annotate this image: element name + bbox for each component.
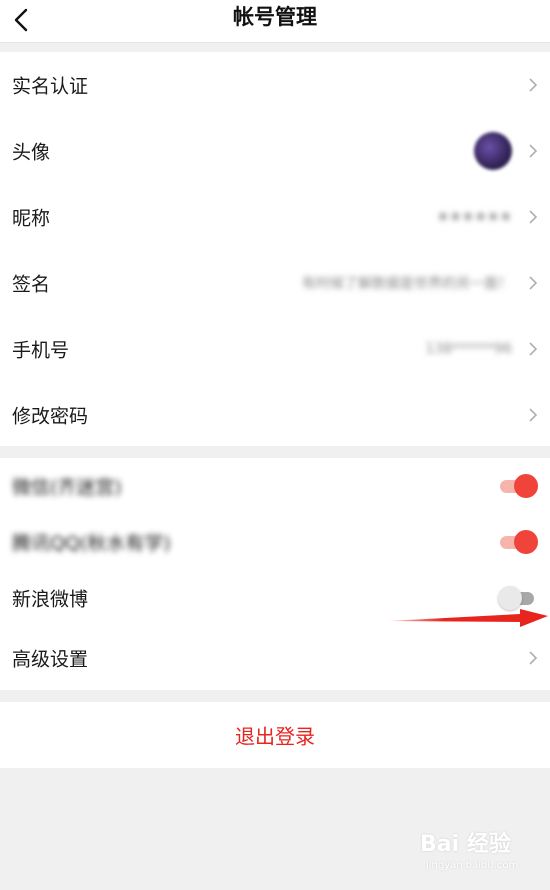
row-label: 头像: [12, 141, 51, 164]
nickname-value: ★★★★★★: [436, 209, 512, 225]
chevron-right-icon: [529, 342, 538, 356]
signature-value: 有时候了解数据是世界的另一面！: [302, 276, 512, 292]
row-label: 新浪微博: [12, 588, 89, 611]
header-bar: 帐号管理: [0, 0, 550, 43]
row-nickname[interactable]: 昵称 ★★★★★★: [0, 184, 550, 250]
annotation-arrow-icon: [388, 609, 548, 627]
row-real-name-verification[interactable]: 实名认证: [0, 52, 550, 118]
row-label: 高级设置: [12, 648, 89, 671]
avatar: [474, 132, 512, 170]
chevron-right-icon: [529, 144, 538, 158]
row-change-password[interactable]: 修改密码: [0, 382, 550, 448]
row-qq-binding: 腾讯QQ(秋水有学): [0, 514, 550, 570]
phone-value: 138******96: [425, 341, 512, 357]
row-label: 腾讯QQ(秋水有学): [12, 532, 171, 555]
row-label: 微信(齐迷宫): [12, 476, 122, 499]
row-advanced-settings[interactable]: 高级设置: [0, 626, 550, 690]
profile-section: 实名认证 头像 昵称 ★★★★★★ 签名 有时候了解数据是世界的另一面！ 手机号…: [0, 52, 550, 446]
wechat-toggle[interactable]: [498, 473, 538, 499]
logout-button[interactable]: 退出登录: [0, 721, 550, 750]
watermark: Bai 经验 jingyan.baidu.com: [420, 826, 545, 878]
row-label: 手机号: [12, 339, 70, 362]
row-avatar[interactable]: 头像: [0, 118, 550, 184]
chevron-right-icon: [529, 210, 538, 224]
row-phone[interactable]: 手机号 138******96: [0, 316, 550, 382]
row-label: 实名认证: [12, 75, 89, 98]
chevron-right-icon: [529, 408, 538, 422]
row-wechat-binding: 微信(齐迷宫): [0, 458, 550, 514]
qq-toggle[interactable]: [498, 529, 538, 555]
watermark-url: jingyan.baidu.com: [426, 860, 519, 871]
account-bindings-section: 微信(齐迷宫) 腾讯QQ(秋水有学) 新浪微博 高级设置: [0, 458, 550, 690]
chevron-right-icon: [529, 276, 538, 290]
watermark-brand: Bai 经验: [420, 832, 511, 857]
row-label: 签名: [12, 273, 51, 296]
page-title: 帐号管理: [233, 5, 317, 29]
chevron-right-icon: [529, 651, 538, 665]
row-label: 昵称: [12, 207, 51, 230]
row-signature[interactable]: 签名 有时候了解数据是世界的另一面！: [0, 250, 550, 316]
row-label: 修改密码: [12, 405, 89, 428]
chevron-right-icon: [529, 78, 538, 92]
logout-section: 退出登录: [0, 702, 550, 768]
